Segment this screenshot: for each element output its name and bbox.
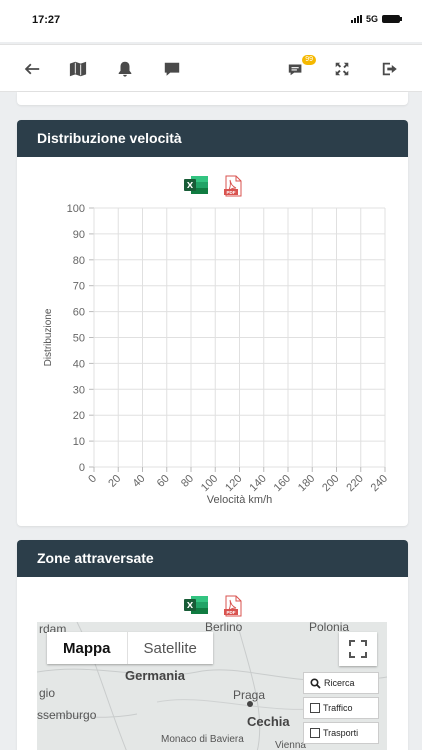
- logout-icon[interactable]: [380, 59, 400, 79]
- map-label-cechia: Cechia: [247, 714, 290, 729]
- map-label-lussemburgo: ssemburgo: [37, 708, 97, 722]
- back-arrow-icon[interactable]: [22, 59, 42, 79]
- y-tick-label: 30: [73, 384, 85, 396]
- map-traffic-label: Traffico: [323, 703, 353, 713]
- x-tick-label: 0: [86, 473, 99, 486]
- fullscreen-icon[interactable]: [332, 59, 352, 79]
- battery-icon: [382, 15, 402, 23]
- bell-icon[interactable]: [115, 59, 135, 79]
- x-tick-label: 120: [223, 473, 244, 494]
- map-transport-control[interactable]: Trasporti: [303, 722, 379, 744]
- pdf-icon[interactable]: PDF: [223, 595, 243, 617]
- y-tick-label: 20: [73, 410, 85, 422]
- x-tick-label: 80: [179, 473, 196, 490]
- y-tick-label: 80: [73, 255, 85, 267]
- x-tick-label: 200: [320, 473, 341, 494]
- speed-export-row: PDF: [17, 175, 408, 197]
- signal-icon: [350, 15, 362, 23]
- chat-icon[interactable]: [162, 59, 182, 79]
- excel-icon[interactable]: [183, 175, 209, 195]
- transport-checkbox[interactable]: [310, 728, 320, 738]
- x-tick-label: 180: [296, 473, 317, 494]
- y-tick-label: 40: [73, 358, 85, 370]
- x-tick-label: 100: [199, 473, 220, 494]
- speed-card-title: Distribuzione velocità: [17, 120, 408, 157]
- y-tick-label: 70: [73, 281, 85, 293]
- map-label-praga: Praga: [233, 688, 266, 702]
- map-icon[interactable]: [68, 59, 88, 79]
- y-tick-label: 50: [73, 333, 85, 345]
- excel-icon[interactable]: [183, 595, 209, 615]
- pdf-icon[interactable]: PDF: [223, 175, 243, 197]
- map-label-vienna: Vienna: [275, 740, 306, 750]
- svg-text:PDF: PDF: [226, 610, 235, 615]
- tab-mappa[interactable]: Mappa: [47, 632, 127, 664]
- y-tick-label: 0: [79, 462, 85, 474]
- speed-distribution-chart: 01020304050607080901000 20 40 60 80 100 120 140…: [43, 203, 390, 506]
- x-axis-label: Velocità km/h: [207, 494, 272, 506]
- tab-satellite[interactable]: Satellite: [126, 632, 213, 664]
- map-label-germania: Germania: [125, 668, 185, 683]
- speed-distribution-card: Distribuzione velocità PDF 0 10 20 30 40 50 60…: [17, 120, 408, 526]
- fullscreen-icon: [349, 640, 367, 658]
- x-tick-label: 160: [272, 473, 293, 494]
- previous-card-bottom: [17, 92, 408, 105]
- x-tick-label: 240: [369, 473, 390, 494]
- map-transport-label: Trasporti: [323, 728, 359, 738]
- map-label-belgio: gio: [39, 686, 56, 700]
- map-fullscreen-button[interactable]: [339, 632, 377, 666]
- map-search-label: Ricerca: [324, 678, 355, 688]
- zones-export-row: PDF: [17, 595, 408, 617]
- network-label: 5G: [365, 14, 378, 24]
- map-type-tabs: Mappa Satellite: [47, 632, 213, 664]
- y-tick-label: 90: [73, 229, 85, 241]
- y-tick-label: 60: [73, 307, 85, 319]
- notification-badge: 99: [302, 55, 316, 65]
- status-indicators: 5G: [350, 14, 402, 24]
- zones-card-title: Zone attraversate: [17, 540, 408, 577]
- x-tick-label: 220: [344, 473, 365, 494]
- y-tick-label: 10: [73, 436, 85, 448]
- svg-text:PDF: PDF: [226, 190, 235, 195]
- zones-map[interactable]: rdam Berlino Polonia Mappa Satellite Ger…: [37, 622, 387, 750]
- zones-card: Zone attraversate PDF rdam Berlino Polon…: [17, 540, 408, 750]
- y-axis-label: Distribuzione: [43, 308, 54, 366]
- x-tick-label: 60: [155, 473, 172, 490]
- x-tick-label: 40: [130, 473, 147, 490]
- map-traffic-control[interactable]: Traffico: [303, 697, 379, 719]
- status-bar: 17:27 5G: [0, 0, 422, 42]
- status-time: 17:27: [32, 14, 61, 26]
- map-label-monaco: Monaco di Baviera: [161, 734, 244, 745]
- traffic-checkbox[interactable]: [310, 703, 320, 713]
- y-tick-label: 100: [67, 203, 85, 215]
- x-tick-label: 140: [247, 473, 268, 494]
- messages-icon[interactable]: 99: [286, 55, 316, 79]
- top-toolbar: 99: [0, 44, 422, 92]
- search-icon: [310, 677, 321, 689]
- map-search-control[interactable]: Ricerca: [303, 672, 379, 694]
- x-tick-label: 20: [106, 473, 123, 490]
